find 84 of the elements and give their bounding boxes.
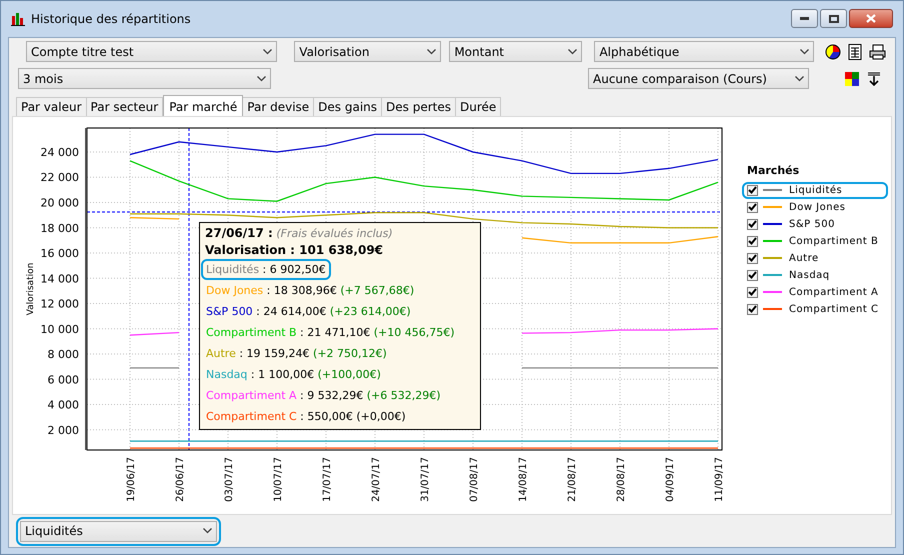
y-tick-label: 8 000 xyxy=(48,348,79,362)
x-tick-label: 11/09/17 xyxy=(714,457,725,502)
checkbox[interactable] xyxy=(747,270,758,280)
tooltip-line: Compartiment B : 21 471,10€ (+10 456,75€) xyxy=(205,325,456,341)
x-tick-label: 10/07/17 xyxy=(273,457,284,502)
checkbox[interactable] xyxy=(747,236,758,246)
x-tick-label: 28/08/17 xyxy=(616,457,627,502)
dropdown[interactable]: Valorisation xyxy=(294,41,442,62)
tooltip-total: Valorisation : 101 638,09€ xyxy=(205,242,384,259)
chevron-down-icon xyxy=(800,48,809,54)
chevron-down-icon xyxy=(257,76,266,82)
chevron-down-icon xyxy=(568,48,578,54)
dropdown[interactable]: Alphabétique xyxy=(594,41,814,62)
checkbox[interactable] xyxy=(747,252,758,264)
dropdown[interactable]: 3 mois xyxy=(18,68,271,89)
y-tick-label: 18 000 xyxy=(40,222,79,235)
document-icon[interactable] xyxy=(848,44,862,60)
tab[interactable]: Par secteur xyxy=(86,97,164,116)
minimize-button[interactable] xyxy=(791,9,818,28)
window-title: Historique des répartitions xyxy=(31,11,191,28)
legend-item[interactable]: Dow Jones xyxy=(742,198,888,216)
download-arrow-icon[interactable] xyxy=(868,72,880,86)
legend-item[interactable]: Liquidités xyxy=(742,182,888,198)
tab[interactable]: Par valeur xyxy=(16,97,87,116)
legend-item[interactable]: S&P 500 xyxy=(742,216,888,232)
legend-item[interactable]: Autre xyxy=(742,250,888,266)
color-squares-icon[interactable] xyxy=(845,72,859,86)
y-tick-label: 22 000 xyxy=(40,171,79,184)
legend-item[interactable]: Compartiment A xyxy=(742,284,888,300)
tooltip-line: Liquidités : 6 902,50€ xyxy=(201,259,331,280)
tooltip-line: Autre : 19 159,24€ (+2 750,12€) xyxy=(205,346,388,362)
tooltip-line: Compartiment A : 9 532,29€ (+6 532,29€) xyxy=(205,388,442,404)
y-tick-label: 4 000 xyxy=(48,398,79,412)
x-tick-label: 04/09/17 xyxy=(665,457,676,502)
y-tick-label: 20 000 xyxy=(40,196,79,210)
y-tick-label: 2 000 xyxy=(48,424,79,437)
y-tick-label: 24 000 xyxy=(40,146,79,159)
dropdown[interactable]: Liquidités xyxy=(20,520,217,542)
close-button[interactable] xyxy=(849,9,893,28)
checkbox[interactable] xyxy=(747,202,758,212)
bar-chart-icon xyxy=(11,12,25,26)
chevron-down-icon xyxy=(203,528,212,534)
x-tick-label: 19/06/17 xyxy=(126,457,137,502)
dropdown[interactable]: Compte titre test xyxy=(26,41,278,62)
x-tick-label: 21/08/17 xyxy=(567,457,578,502)
x-tick-label: 07/08/17 xyxy=(469,457,480,502)
tab[interactable]: Des pertes xyxy=(381,97,456,116)
tooltip-line: Dow Jones : 18 308,96€ (+7 567,68€) xyxy=(205,283,416,299)
chevron-down-icon xyxy=(795,76,804,82)
tooltip-line: S&P 500 : 24 614,00€ (+23 614,00€) xyxy=(205,304,412,320)
tab[interactable]: Durée xyxy=(455,97,502,116)
x-tick-label: 26/06/17 xyxy=(175,457,186,502)
y-tick-label: 16 000 xyxy=(40,247,79,260)
legend-item[interactable]: Nasdaq xyxy=(742,266,888,284)
y-tick-label: 6 000 xyxy=(48,373,79,386)
printer-icon[interactable] xyxy=(869,44,886,60)
x-tick-label: 24/07/17 xyxy=(371,457,382,502)
checkbox[interactable] xyxy=(747,218,758,230)
legend-item[interactable]: Compartiment B xyxy=(742,232,888,250)
y-tick-label: 10 000 xyxy=(40,322,79,336)
x-tick-label: 14/08/17 xyxy=(518,457,529,502)
checkbox[interactable] xyxy=(747,304,758,314)
checkbox[interactable] xyxy=(747,286,758,298)
maximize-button[interactable] xyxy=(820,9,847,28)
chevron-down-icon xyxy=(263,48,272,54)
dropdown[interactable]: Aucune comparaison (Cours) xyxy=(588,68,809,89)
y-tick-label: 14 000 xyxy=(40,272,79,286)
tab[interactable]: Par marché xyxy=(163,95,244,117)
checkbox[interactable] xyxy=(747,184,758,196)
legend-item[interactable]: Compartiment C xyxy=(742,300,888,318)
chevron-down-icon xyxy=(427,48,436,54)
legend-title: Marchés xyxy=(747,163,800,179)
tooltip-line: Nasdaq : 1 100,00€ (+100,00€) xyxy=(205,367,382,383)
tab[interactable]: Des gains xyxy=(313,97,382,116)
x-tick-label: 03/07/17 xyxy=(224,457,235,502)
tooltip-date: 27/06/17 : (Frais évalués inclus) xyxy=(205,225,394,242)
y-tick-label: 12 000 xyxy=(40,298,79,311)
x-tick-label: 17/07/17 xyxy=(322,457,333,502)
x-tick-label: 31/07/17 xyxy=(420,457,431,502)
tooltip-line: Compartiment C : 550,00€ (+0,00€) xyxy=(205,409,407,425)
pie-chart-icon[interactable] xyxy=(825,44,841,60)
close-icon xyxy=(866,14,876,23)
y-axis-label: Valorisation xyxy=(26,262,36,316)
dropdown[interactable]: Montant xyxy=(449,41,582,62)
